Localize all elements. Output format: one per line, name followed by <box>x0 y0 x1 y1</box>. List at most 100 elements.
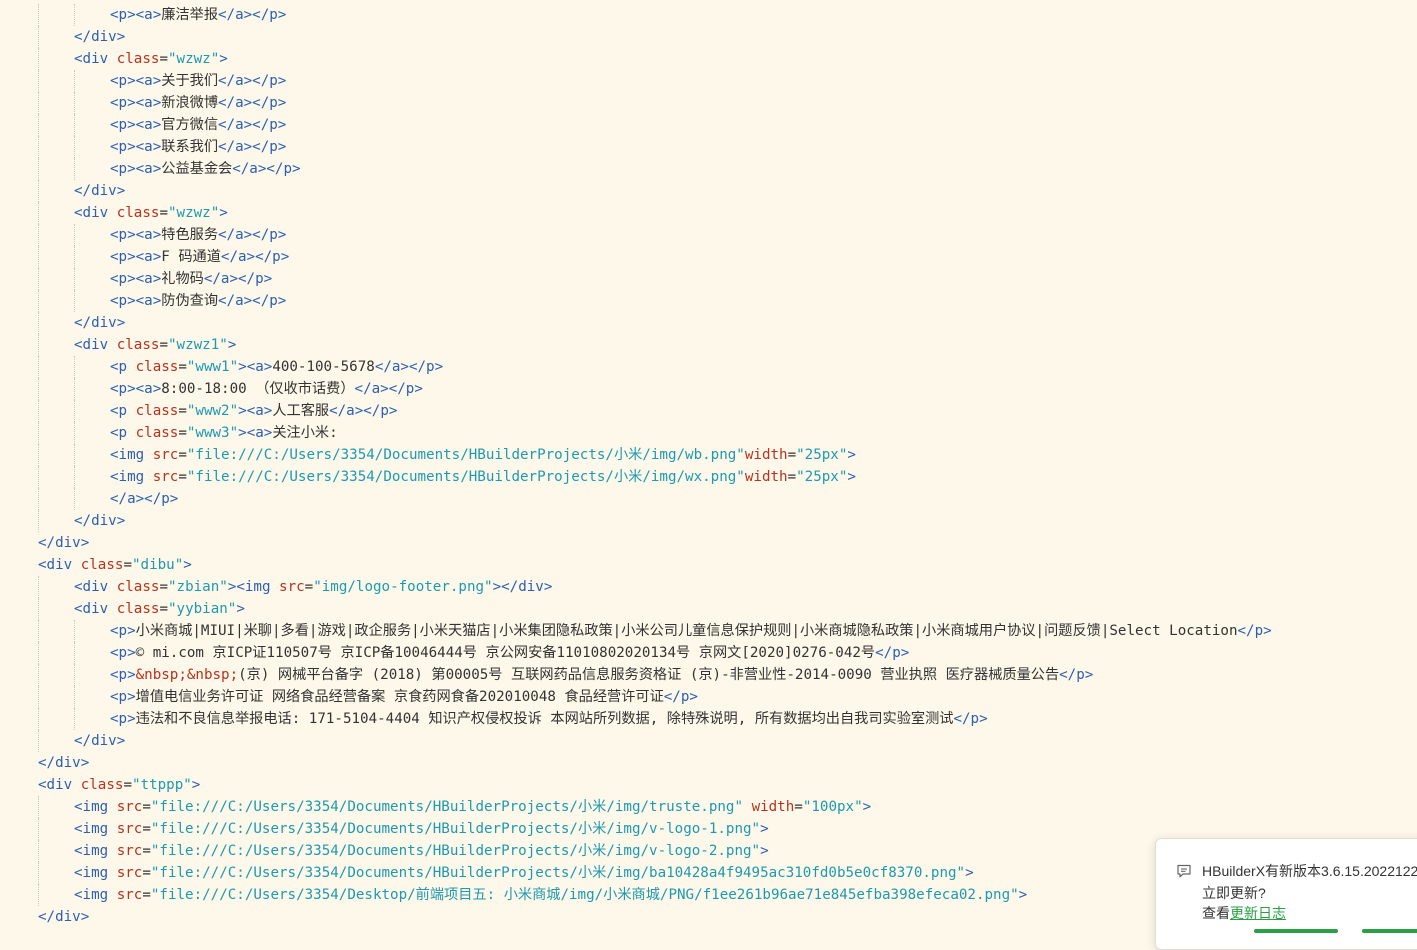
code-text: <img src="file:///C:/Users/3354/Document… <box>74 862 974 884</box>
code-token: </p> <box>953 711 988 727</box>
code-token: 8:00-18:00 （仅收市话费） <box>161 381 355 397</box>
code-token: </p> <box>1059 667 1094 683</box>
code-token: class <box>116 601 160 617</box>
code-text: <p><a>防伪查询</a></p> <box>110 290 286 312</box>
code-token: = <box>178 359 187 375</box>
indent-guide <box>74 92 75 114</box>
code-token: </a></p> <box>218 117 287 133</box>
code-token: > <box>191 777 201 793</box>
code-line: <p><a>廉洁举报</a></p> <box>0 4 1417 26</box>
code-text: <p>小米商城|MIUI|米聊|多看|游戏|政企服务|小米天猫店|小米集团隐私政… <box>110 620 1272 642</box>
indent-guide <box>74 378 75 400</box>
code-token: 廉洁举报 <box>161 7 219 23</box>
indent-guide <box>38 796 39 818</box>
indent-guide <box>38 818 39 840</box>
code-text: <img src="file:///C:/Users/3354/Document… <box>110 466 856 488</box>
code-token: > <box>760 821 769 837</box>
code-text: <p><a>新浪微博</a></p> <box>110 92 286 114</box>
code-token: > <box>1018 887 1028 903</box>
code-editor[interactable]: <p><a>廉洁举报</a></p> </div> <div class="wzwz… <box>0 4 1417 928</box>
indent-guide <box>38 246 39 268</box>
code-token: <p <box>110 359 136 375</box>
code-token: src <box>116 799 143 815</box>
code-token: <div <box>74 51 117 67</box>
code-line: <div class="dibu"> <box>0 554 1417 576</box>
code-text: </div> <box>38 906 89 928</box>
code-token: </a></p> <box>329 403 398 419</box>
code-token: </a></p> <box>232 161 301 177</box>
code-token: 新浪微博 <box>161 95 219 111</box>
code-line: </div> <box>0 510 1417 532</box>
changelog-link[interactable]: 更新日志 <box>1230 905 1286 921</box>
indent-guide <box>74 708 75 730</box>
code-token: </div> <box>74 29 126 45</box>
code-token: src <box>116 865 143 881</box>
code-token: 关注小米: <box>272 425 338 441</box>
indent-guide <box>38 708 39 730</box>
code-token: <div <box>74 579 117 595</box>
code-token: <p> <box>110 667 136 683</box>
update-later-button[interactable] <box>1362 929 1417 933</box>
indent-guide <box>74 488 75 510</box>
indent-guide <box>38 664 39 686</box>
indent-guide <box>74 686 75 708</box>
code-text: </div> <box>74 510 125 532</box>
code-line: <div class="ttppp"> <box>0 774 1417 796</box>
code-line: </div> <box>0 26 1417 48</box>
code-line: </div> <box>0 312 1417 334</box>
code-token: 联系我们 <box>161 139 219 155</box>
indent-guide <box>38 884 39 906</box>
code-token: = <box>123 777 132 793</box>
indent-guide <box>74 422 75 444</box>
update-now-button[interactable] <box>1254 929 1338 933</box>
code-token: "file:///C:/Users/3354/Documents/HBuilde… <box>186 447 745 463</box>
code-token: "ttppp" <box>131 777 192 793</box>
code-line: <p><a>特色服务</a></p> <box>0 224 1417 246</box>
code-line: <p>违法和不良信息举报电话: 171-5104-4404 知识产权侵权投诉 本… <box>0 708 1417 730</box>
code-token: <p><a> <box>110 7 162 23</box>
code-token: > <box>847 469 856 485</box>
code-token: <p><a> <box>110 161 162 177</box>
code-line: <p><a>礼物码</a></p> <box>0 268 1417 290</box>
code-token: = <box>794 799 803 815</box>
indent-guide <box>38 136 39 158</box>
indent-guide <box>74 444 75 466</box>
code-token: class <box>135 425 179 441</box>
code-token: </p> <box>663 689 698 705</box>
code-token: src <box>116 821 143 837</box>
code-line: <p class="www3"><a>关注小米: <box>0 422 1417 444</box>
code-token: <p><a> <box>110 249 162 265</box>
code-token: > <box>227 337 237 353</box>
code-token: <p><a> <box>110 117 162 133</box>
code-token: = <box>142 865 151 881</box>
code-token: width <box>744 447 788 463</box>
code-text: <p class="www1"><a>400-100-5678</a></p> <box>110 356 443 378</box>
code-token: </a></p> <box>374 359 444 375</box>
code-token: width <box>751 799 795 815</box>
code-token: "yybian" <box>167 601 237 617</box>
code-line: </div> <box>0 730 1417 752</box>
code-token: = <box>123 557 132 573</box>
code-token: > <box>238 359 247 375</box>
code-text: </div> <box>74 26 125 48</box>
code-token: 官方微信 <box>161 117 219 133</box>
code-token: > <box>219 205 228 221</box>
code-token: class <box>135 403 179 419</box>
code-token: = <box>787 447 797 463</box>
code-token: "img/logo-footer.png" <box>313 579 493 595</box>
code-token: </a></p> <box>218 7 287 23</box>
code-token: <p><a> <box>110 95 162 111</box>
indent-guide <box>38 356 39 378</box>
code-token: = <box>159 337 168 353</box>
code-line: <div class="wzwz"> <box>0 48 1417 70</box>
code-token: <img <box>74 887 117 903</box>
code-token: "file:///C:/Users/3354/Documents/HBuilde… <box>150 865 966 881</box>
code-token: <p> <box>110 623 136 639</box>
code-token: = <box>178 403 187 419</box>
indent-guide <box>38 312 39 334</box>
code-token: </div> <box>74 315 126 331</box>
code-token: "file:///C:/Users/3354/Documents/HBuilde… <box>150 821 761 837</box>
code-token: <a> <box>246 403 273 419</box>
indent-guide <box>38 334 39 356</box>
code-token: "www1" <box>186 359 239 375</box>
